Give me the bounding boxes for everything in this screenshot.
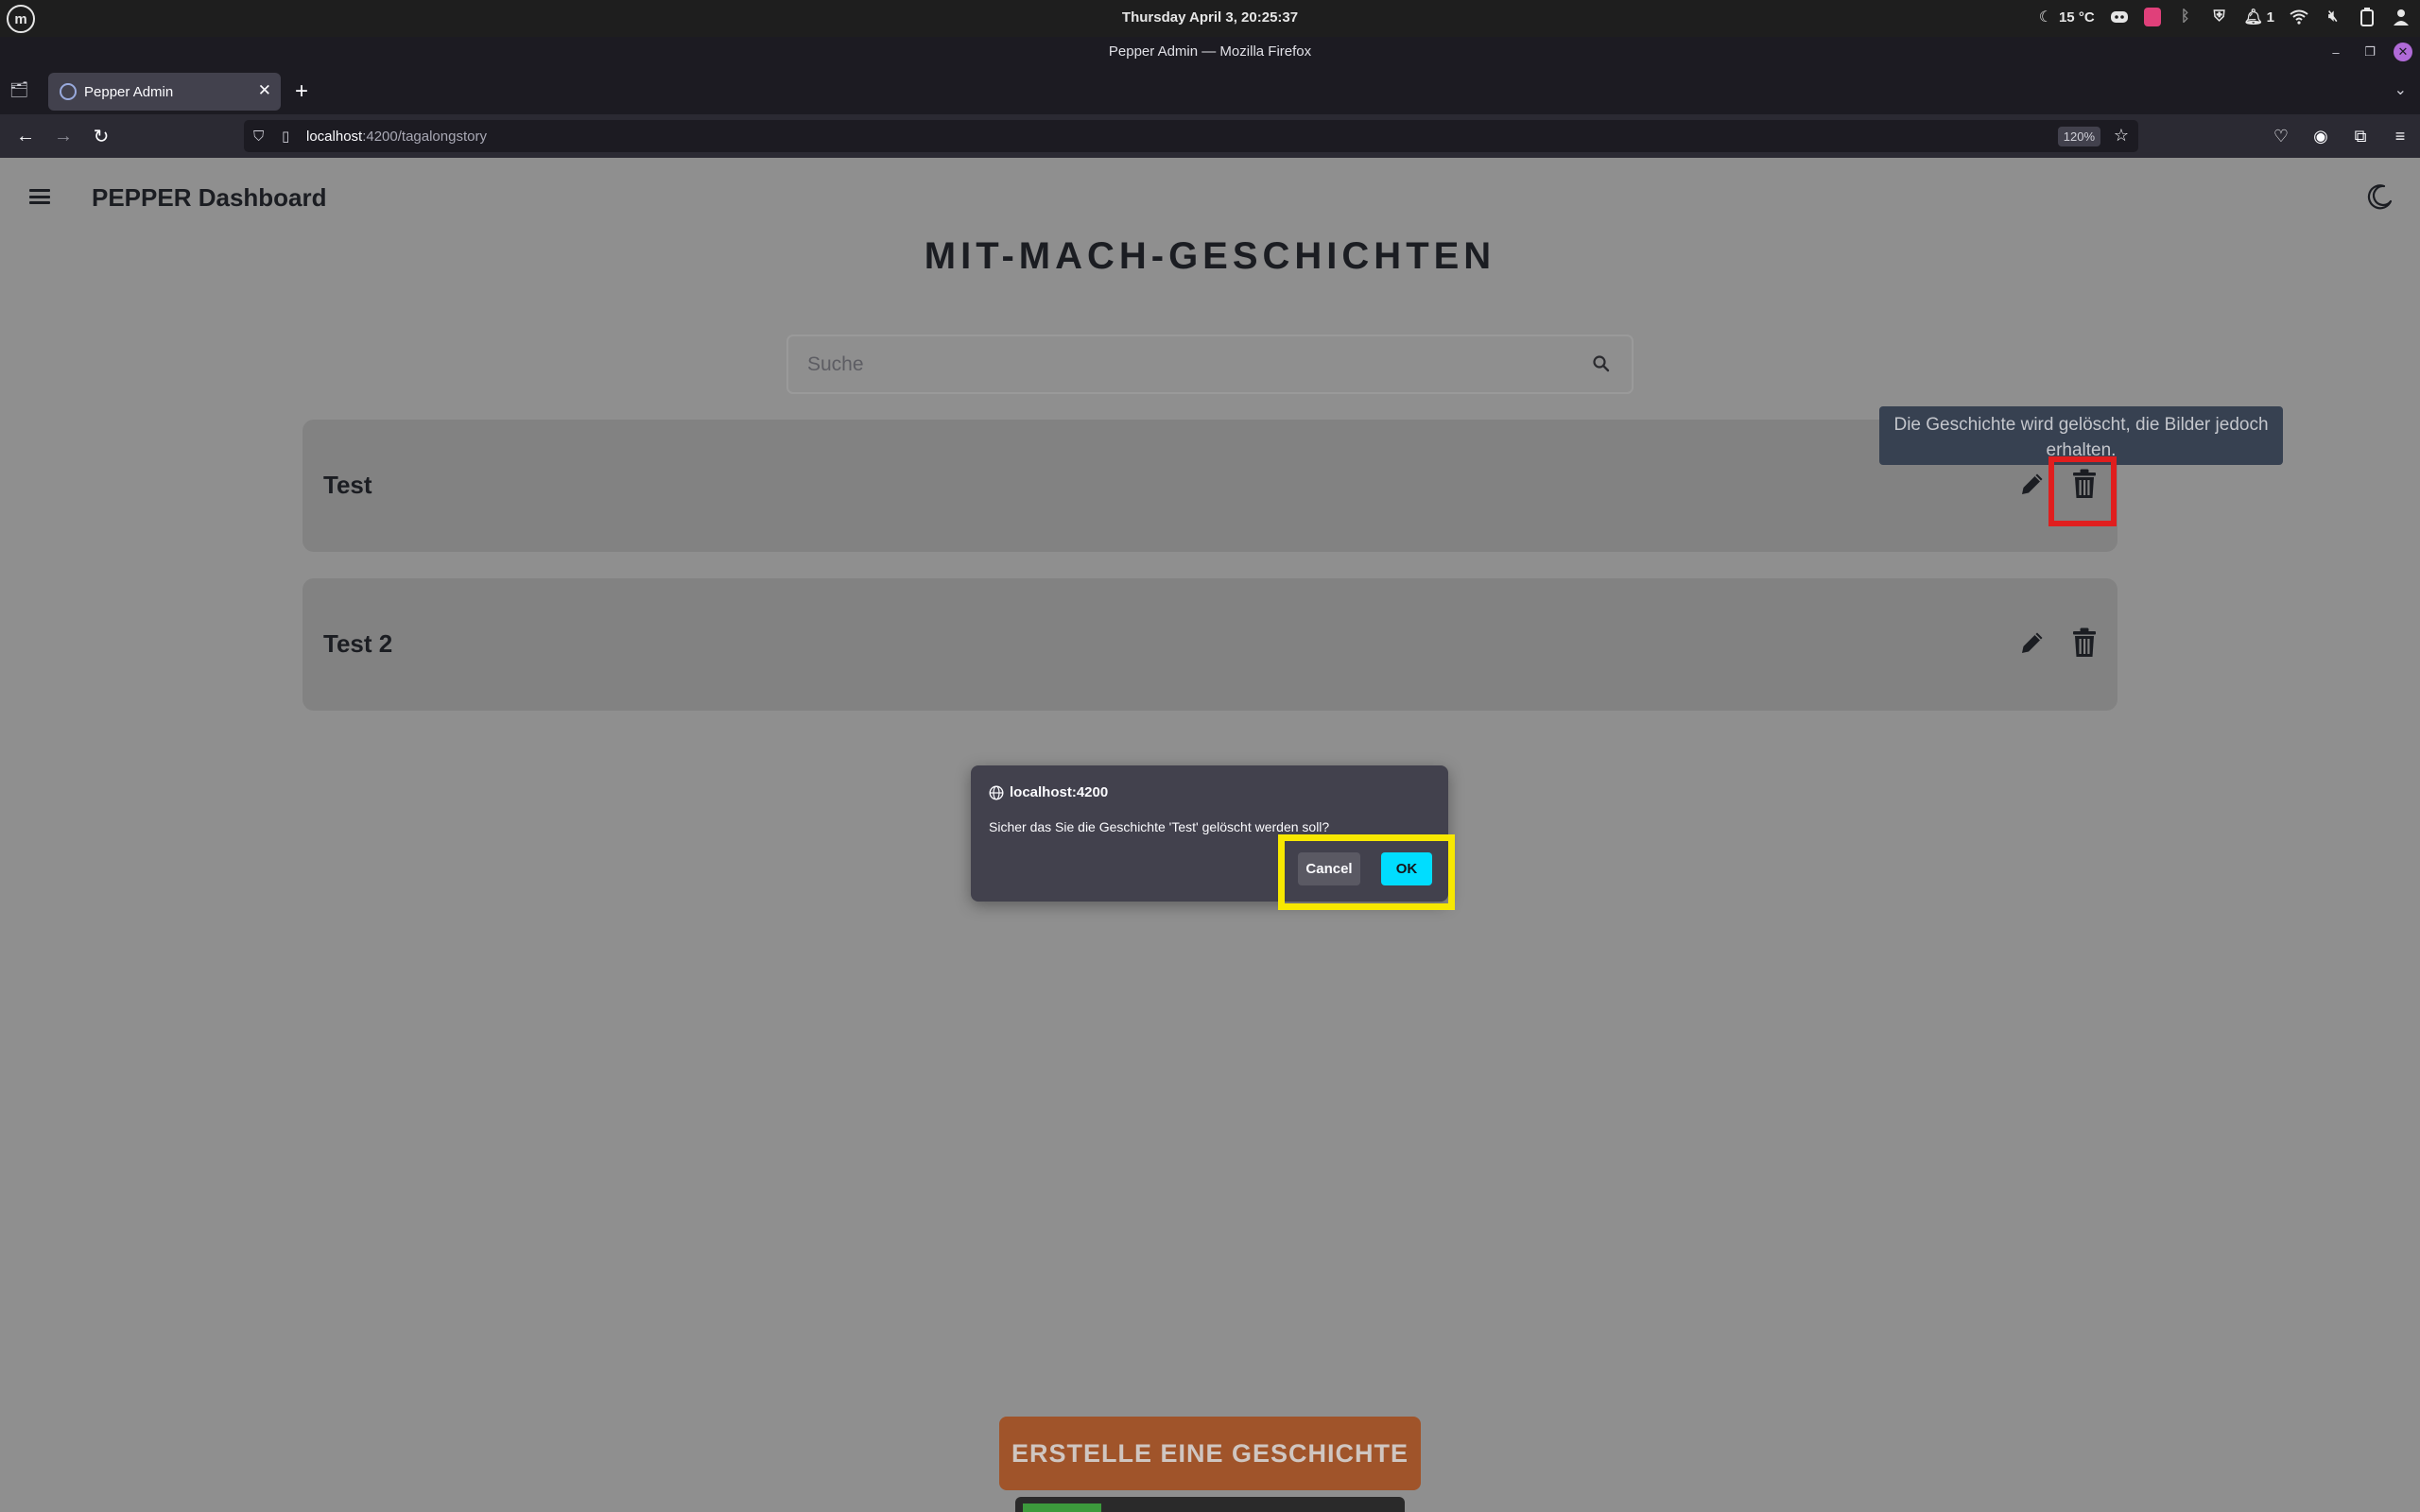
- weather-temperature: 15 °C: [2058, 9, 2095, 26]
- maximize-icon[interactable]: ❐: [2360, 42, 2380, 62]
- search-icon[interactable]: [1592, 354, 1611, 373]
- tab-list-icon[interactable]: 🗂︎: [9, 80, 32, 101]
- tab-bar: 🗂︎ Pepper Admin ✕ + ⌄: [0, 67, 2420, 114]
- dark-mode-toggle-icon[interactable]: [2365, 182, 2394, 211]
- highlight-dialog-buttons-box: [1278, 834, 1455, 910]
- weather-applet[interactable]: ☾ 15 °C: [2036, 8, 2095, 26]
- url-path: :4200/tagalongstory: [362, 128, 487, 145]
- system-tray: ☾ 15 °C ᛒ ⛨ 🔔︎ 1 🔇︎: [2036, 8, 2411, 26]
- forward-icon[interactable]: →: [51, 124, 76, 148]
- edit-story-button[interactable]: [2014, 465, 2051, 503]
- dialog-origin-text: localhost:4200: [1010, 784, 1109, 800]
- dialog-message: Sicher das Sie die Geschichte 'Test' gel…: [989, 819, 1330, 834]
- account-icon[interactable]: ◉: [2308, 124, 2333, 148]
- moon-icon: ☾: [2038, 9, 2053, 26]
- zoom-level-button[interactable]: 120%: [2057, 127, 2100, 146]
- discord-icon[interactable]: [2110, 8, 2129, 26]
- reload-icon[interactable]: ↻: [89, 124, 113, 148]
- tab-title: Pepper Admin: [84, 83, 174, 100]
- tracking-protection-icon[interactable]: ⛉: [253, 129, 272, 145]
- story-card: Test 2: [302, 578, 2118, 711]
- volume-muted-icon[interactable]: 🔇︎: [2324, 8, 2342, 26]
- story-card: Test: [302, 420, 2118, 552]
- wifi-icon[interactable]: [2290, 8, 2308, 26]
- tab-pepper-admin[interactable]: Pepper Admin ✕: [48, 73, 281, 111]
- hamburger-menu-icon[interactable]: [29, 189, 50, 204]
- create-story-button[interactable]: ERSTELLE EINE GESCHICHTE: [999, 1417, 1421, 1490]
- menu-icon[interactable]: ≡: [2388, 124, 2412, 148]
- url-host: localhost: [306, 128, 363, 145]
- progress-bar-fill: [1023, 1503, 1102, 1512]
- dialog-origin: localhost:4200: [989, 784, 1108, 800]
- page-info-icon[interactable]: ▯: [282, 128, 301, 145]
- tab-favicon-icon: [60, 83, 77, 100]
- app-icon[interactable]: [2143, 8, 2161, 26]
- minimize-icon[interactable]: –: [2325, 42, 2346, 62]
- window-title: Pepper Admin — Mozilla Firefox: [1108, 43, 1312, 60]
- url-bar[interactable]: ⛉ ▯ localhost:4200/tagalongstory 120% ☆: [244, 120, 2138, 152]
- os-top-bar: m Thursday April 3, 20:25:37 ☾ 15 °C ᛒ ⛨…: [0, 0, 2420, 37]
- notification-applet[interactable]: 🔔︎ 1: [2243, 8, 2275, 26]
- pencil-icon: [2022, 632, 2043, 653]
- search-box: [786, 335, 1634, 394]
- window-titlebar: Pepper Admin — Mozilla Firefox – ❐ ✕: [0, 37, 2420, 67]
- user-icon[interactable]: [2392, 8, 2411, 26]
- chevron-down-icon[interactable]: ⌄: [2394, 80, 2407, 99]
- notification-count: 1: [2266, 9, 2274, 26]
- notification-icon: 🔔︎: [2243, 9, 2263, 26]
- search-input[interactable]: [807, 336, 1582, 392]
- app-title: PEPPER Dashboard: [92, 183, 327, 212]
- tab-close-icon[interactable]: ✕: [258, 81, 271, 100]
- close-window-icon[interactable]: ✕: [2394, 43, 2412, 61]
- edit-story-button[interactable]: [2014, 624, 2051, 662]
- extensions-icon[interactable]: ⧉: [2348, 124, 2373, 148]
- battery-icon[interactable]: [2358, 8, 2377, 26]
- shield-icon[interactable]: ⛨: [2210, 8, 2229, 26]
- toolbar-right: ♡ ◉ ⧉ ≡: [2269, 124, 2412, 148]
- globe-icon: [989, 784, 1004, 800]
- bookmark-star-icon[interactable]: ☆: [2114, 126, 2129, 146]
- new-tab-icon[interactable]: +: [295, 78, 308, 105]
- page-title: MIT-MACH-GESCHICHTEN: [924, 235, 1496, 277]
- progress-bar: [1015, 1497, 1405, 1512]
- navigation-bar: ← → ↻ ⛉ ▯ localhost:4200/tagalongstory 1…: [0, 114, 2420, 158]
- bluetooth-icon[interactable]: ᛒ: [2176, 8, 2195, 26]
- pencil-icon: [2022, 473, 2043, 494]
- pocket-icon[interactable]: ♡: [2269, 124, 2293, 148]
- story-title: Test: [323, 471, 372, 499]
- highlight-delete-box: [2048, 456, 2117, 526]
- story-title: Test 2: [323, 629, 393, 658]
- window-controls: – ❐ ✕: [2325, 42, 2412, 62]
- delete-story-button[interactable]: [2066, 624, 2103, 662]
- trash-icon: [2073, 627, 2096, 657]
- back-icon[interactable]: ←: [13, 124, 38, 148]
